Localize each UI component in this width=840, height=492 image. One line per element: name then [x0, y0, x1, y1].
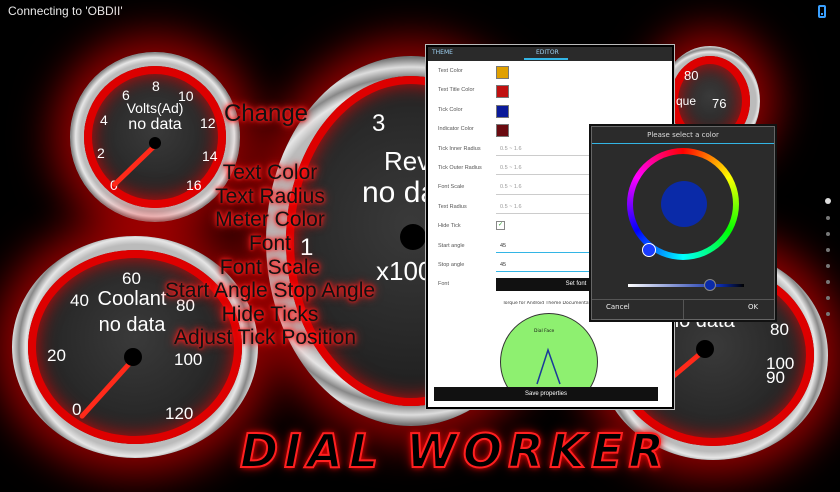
tick-label: 80	[684, 68, 699, 83]
cancel-button[interactable]: Cancel	[606, 303, 630, 311]
ok-button[interactable]: OK	[748, 303, 758, 311]
selected-color-preview[interactable]	[661, 181, 707, 227]
status-bar: Connecting to 'OBDII'	[0, 0, 840, 24]
color-swatch[interactable]	[496, 104, 509, 118]
page-dot[interactable]	[826, 280, 830, 284]
row-label: Indicator Color	[438, 126, 474, 133]
row-label: Stop angle	[438, 261, 465, 268]
tick-label: 8	[152, 78, 160, 94]
page-indicator	[825, 198, 831, 328]
page-dot[interactable]	[826, 312, 830, 316]
revs-label: Rev	[384, 146, 431, 176]
gauge-hub	[149, 137, 161, 149]
angle-input[interactable]: 45	[500, 243, 506, 249]
editor-row: Tick Color	[434, 100, 662, 119]
tick-label: 6	[122, 87, 130, 103]
brightness-bar[interactable]	[628, 284, 744, 287]
color-swatch[interactable]	[496, 124, 509, 138]
page-dot[interactable]	[826, 248, 830, 252]
tick-label: 120	[165, 404, 194, 423]
status-title: Connecting to 'OBDII'	[8, 4, 123, 18]
gauge-hub	[696, 340, 714, 358]
phone-icon	[818, 5, 826, 18]
hide-tick-checkbox[interactable]: ✓	[496, 221, 505, 231]
row-label: Tick Outer Radius	[438, 164, 482, 171]
color-picker-dialog: Please select a color Cancel OK	[591, 126, 775, 320]
tick-label: 4	[100, 112, 108, 128]
tick-label: 80	[770, 320, 789, 339]
picker-button-divider	[683, 299, 684, 319]
picker-divider	[592, 143, 774, 144]
range-field[interactable]: 0.5 ~ 1.6	[500, 184, 522, 190]
row-label: Tick Inner Radius	[438, 145, 481, 152]
tick-label: 20	[47, 346, 66, 365]
overlay-change: Change	[223, 100, 309, 127]
editor-row: Text Color	[434, 61, 662, 80]
tick-label: 10	[178, 88, 194, 104]
tab-theme[interactable]: THEME	[432, 49, 453, 56]
range-field[interactable]: 0.5 ~ 1.6	[500, 165, 522, 171]
tick-label: 2	[97, 145, 105, 161]
tick-label: 40	[70, 291, 89, 310]
overlay-text-radius: Text Radius	[215, 185, 325, 208]
picker-title: Please select a color	[647, 131, 719, 139]
gauge-hub	[124, 348, 142, 366]
range-field[interactable]: 0.5 ~ 1.6	[500, 146, 522, 152]
color-swatch[interactable]	[496, 85, 509, 99]
color-swatch[interactable]	[496, 66, 509, 79]
row-label: Font	[438, 281, 450, 288]
gauge-hub	[400, 224, 426, 250]
editor-tabs: THEME EDITOR	[428, 47, 672, 61]
row-label: Start angle	[438, 242, 465, 249]
row-label: Tick Color	[438, 106, 463, 113]
overlay-font: Font	[248, 232, 292, 255]
torque-label: que	[676, 94, 697, 108]
save-properties-button[interactable]: Save properties	[434, 387, 658, 401]
row-label: Text Radius	[438, 203, 467, 210]
preview-label: Dial Face	[534, 329, 555, 334]
preview-needle-icon	[536, 347, 561, 385]
tick-label: 3	[372, 110, 386, 137]
angle-input[interactable]: 45	[500, 262, 506, 268]
row-label: Font Scale	[438, 184, 465, 191]
tab-indicator	[524, 58, 568, 60]
hue-knob[interactable]	[642, 243, 656, 257]
tick-label: 76	[712, 96, 727, 111]
page-dot[interactable]	[825, 198, 831, 204]
brightness-knob[interactable]	[704, 279, 716, 291]
overlay-hide-ticks: Hide Ticks	[221, 303, 319, 326]
page-dot[interactable]	[826, 296, 830, 300]
row-label: Hide Tick	[438, 223, 461, 230]
overlay-angles: Start Angle Stop Angle	[164, 279, 376, 302]
page-dot[interactable]	[826, 232, 830, 236]
tick-label: 90	[766, 368, 785, 387]
overlay-adjust-tick: Adjust Tick Position	[173, 326, 357, 349]
row-label: Text Color	[438, 68, 463, 74]
dial-worker-logo: DIAL WORKER	[239, 423, 670, 479]
page-dot[interactable]	[826, 216, 830, 220]
tab-editor[interactable]: EDITOR	[536, 49, 559, 56]
overlay-meter-color: Meter Color	[215, 208, 325, 231]
editor-row: Text Title Color	[434, 80, 662, 99]
overlay-font-scale: Font Scale	[219, 256, 321, 279]
range-field[interactable]: 0.5 ~ 1.6	[500, 204, 522, 210]
page-dot[interactable]	[826, 264, 830, 268]
tick-label: 60	[122, 269, 141, 288]
overlay-text-color: Text Color	[222, 161, 318, 184]
tick-label: 100	[174, 350, 203, 369]
volts-value: no data	[128, 116, 182, 133]
row-label: Text Title Color	[438, 87, 475, 94]
